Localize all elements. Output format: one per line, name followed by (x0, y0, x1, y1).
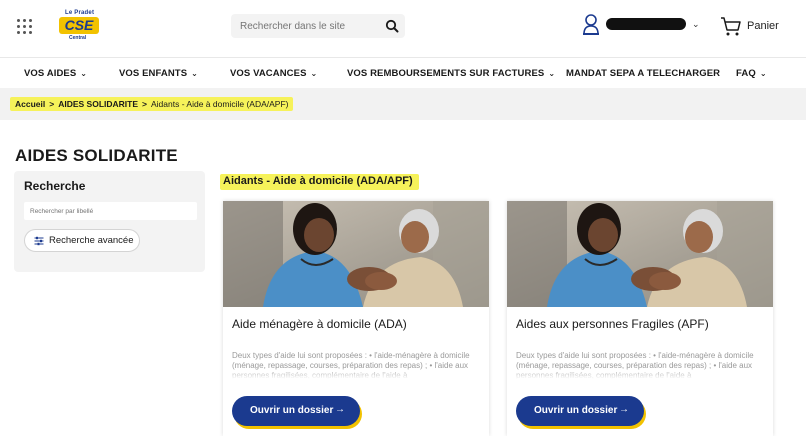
chevron-down-icon: ⌄ (310, 69, 318, 78)
user-menu[interactable]: ⌄ (582, 11, 706, 39)
cart-label: Panier (747, 20, 779, 32)
advanced-search-label: Recherche avancée (49, 235, 134, 246)
chevron-down-icon: ⌄ (80, 69, 88, 78)
user-avatar-icon (583, 14, 599, 35)
sidebar-title: Recherche (24, 179, 86, 193)
arrow-right-icon: → (335, 404, 345, 415)
open-file-label: Ouvrir un dossier (250, 405, 334, 416)
cart-link[interactable]: Panier (720, 15, 790, 37)
sidebar-search-input[interactable] (24, 202, 197, 220)
site-search (231, 14, 405, 38)
nav-item-label: FAQ (736, 68, 756, 79)
breadcrumb-section[interactable]: AIDES SOLIDARITE (58, 99, 138, 109)
site-header: Le Pradet CSE Central ⌄ Panier (0, 0, 806, 56)
nav-item-label: VOS ENFANTS (119, 68, 188, 79)
user-name (606, 18, 686, 30)
open-file-button[interactable]: Ouvrir un dossier → (516, 396, 644, 426)
card-image (223, 201, 489, 307)
nav-item-vos-remboursements[interactable]: VOS REMBOURSEMENTS SUR FACTURES ⌄ (347, 68, 555, 79)
nav-item-vos-aides[interactable]: VOS AIDES ⌄ (24, 68, 87, 79)
logo-main-text: CSE (59, 17, 99, 34)
breadcrumb-current: Aidants - Aide à domicile (ADA/APF) (151, 99, 289, 109)
nav-item-faq[interactable]: FAQ ⌄ (736, 68, 767, 79)
breadcrumb-bar: Accueil > AIDES SOLIDARITE > Aidants - Aide … (0, 88, 806, 120)
caregiver-photo (223, 201, 489, 307)
card-image (507, 201, 773, 307)
chevron-down-icon: ⌄ (191, 69, 198, 78)
breadcrumb: Accueil > AIDES SOLIDARITE > Aidants - Aide … (10, 97, 294, 111)
nav-item-label: VOS AIDES (24, 68, 77, 79)
nav-item-label: VOS VACANCES (230, 68, 307, 79)
filter-sliders-icon (34, 236, 44, 246)
nav-item-label: VOS REMBOURSEMENTS SUR FACTURES (347, 68, 545, 79)
breadcrumb-separator: > (49, 99, 55, 109)
aid-card-ada[interactable]: Aide ménagère à domicile (ADA) Deux type… (223, 201, 489, 436)
section-title: Aidants - Aide à domicile (ADA/APF) (220, 174, 419, 190)
advanced-search-button[interactable]: Recherche avancée (24, 229, 140, 252)
page-title: AIDES SOLIDARITE (15, 146, 178, 165)
caregiver-photo (507, 201, 773, 307)
chevron-down-icon: ⌄ (759, 69, 767, 78)
breadcrumb-separator: > (142, 99, 147, 109)
nav-item-vos-vacances[interactable]: VOS VACANCES ⌄ (230, 68, 317, 79)
site-logo[interactable]: Le Pradet CSE Central (57, 10, 101, 42)
logo-bottom-text: Central (69, 35, 87, 41)
nav-item-vos-enfants[interactable]: VOS ENFANTS ⌄ (119, 68, 198, 79)
card-description: Deux types d'aide lui sont proposées : •… (516, 351, 762, 379)
main-nav: VOS AIDES ⌄ VOS ENFANTS ⌄ VOS VACANCES ⌄ VO… (0, 57, 806, 87)
search-sidebar: Recherche Recherche avancée (14, 171, 205, 272)
nav-item-mandat-sepa[interactable]: MANDAT SEPA A TELECHARGER (566, 68, 720, 79)
chevron-down-icon: ⌄ (548, 69, 556, 78)
card-description: Deux types d'aide lui sont proposées : •… (232, 351, 478, 379)
apps-grid-icon[interactable] (14, 16, 34, 36)
cart-icon (721, 17, 741, 36)
chevron-down-icon: ⌄ (692, 19, 700, 29)
open-file-label: Ouvrir un dossier (534, 405, 618, 416)
breadcrumb-home[interactable]: Accueil (15, 99, 45, 109)
aid-card-apf[interactable]: Aides aux personnes Fragiles (APF) Deux … (507, 201, 773, 436)
arrow-right-icon: → (619, 404, 629, 415)
site-search-input[interactable] (231, 14, 376, 38)
nav-item-label: MANDAT SEPA A TELECHARGER (566, 68, 721, 79)
search-icon[interactable] (385, 19, 399, 33)
card-title[interactable]: Aides aux personnes Fragiles (APF) (516, 317, 709, 331)
card-title[interactable]: Aide ménagère à domicile (ADA) (232, 317, 407, 331)
logo-top-text: Le Pradet (65, 10, 95, 16)
open-file-button[interactable]: Ouvrir un dossier → (232, 396, 360, 426)
